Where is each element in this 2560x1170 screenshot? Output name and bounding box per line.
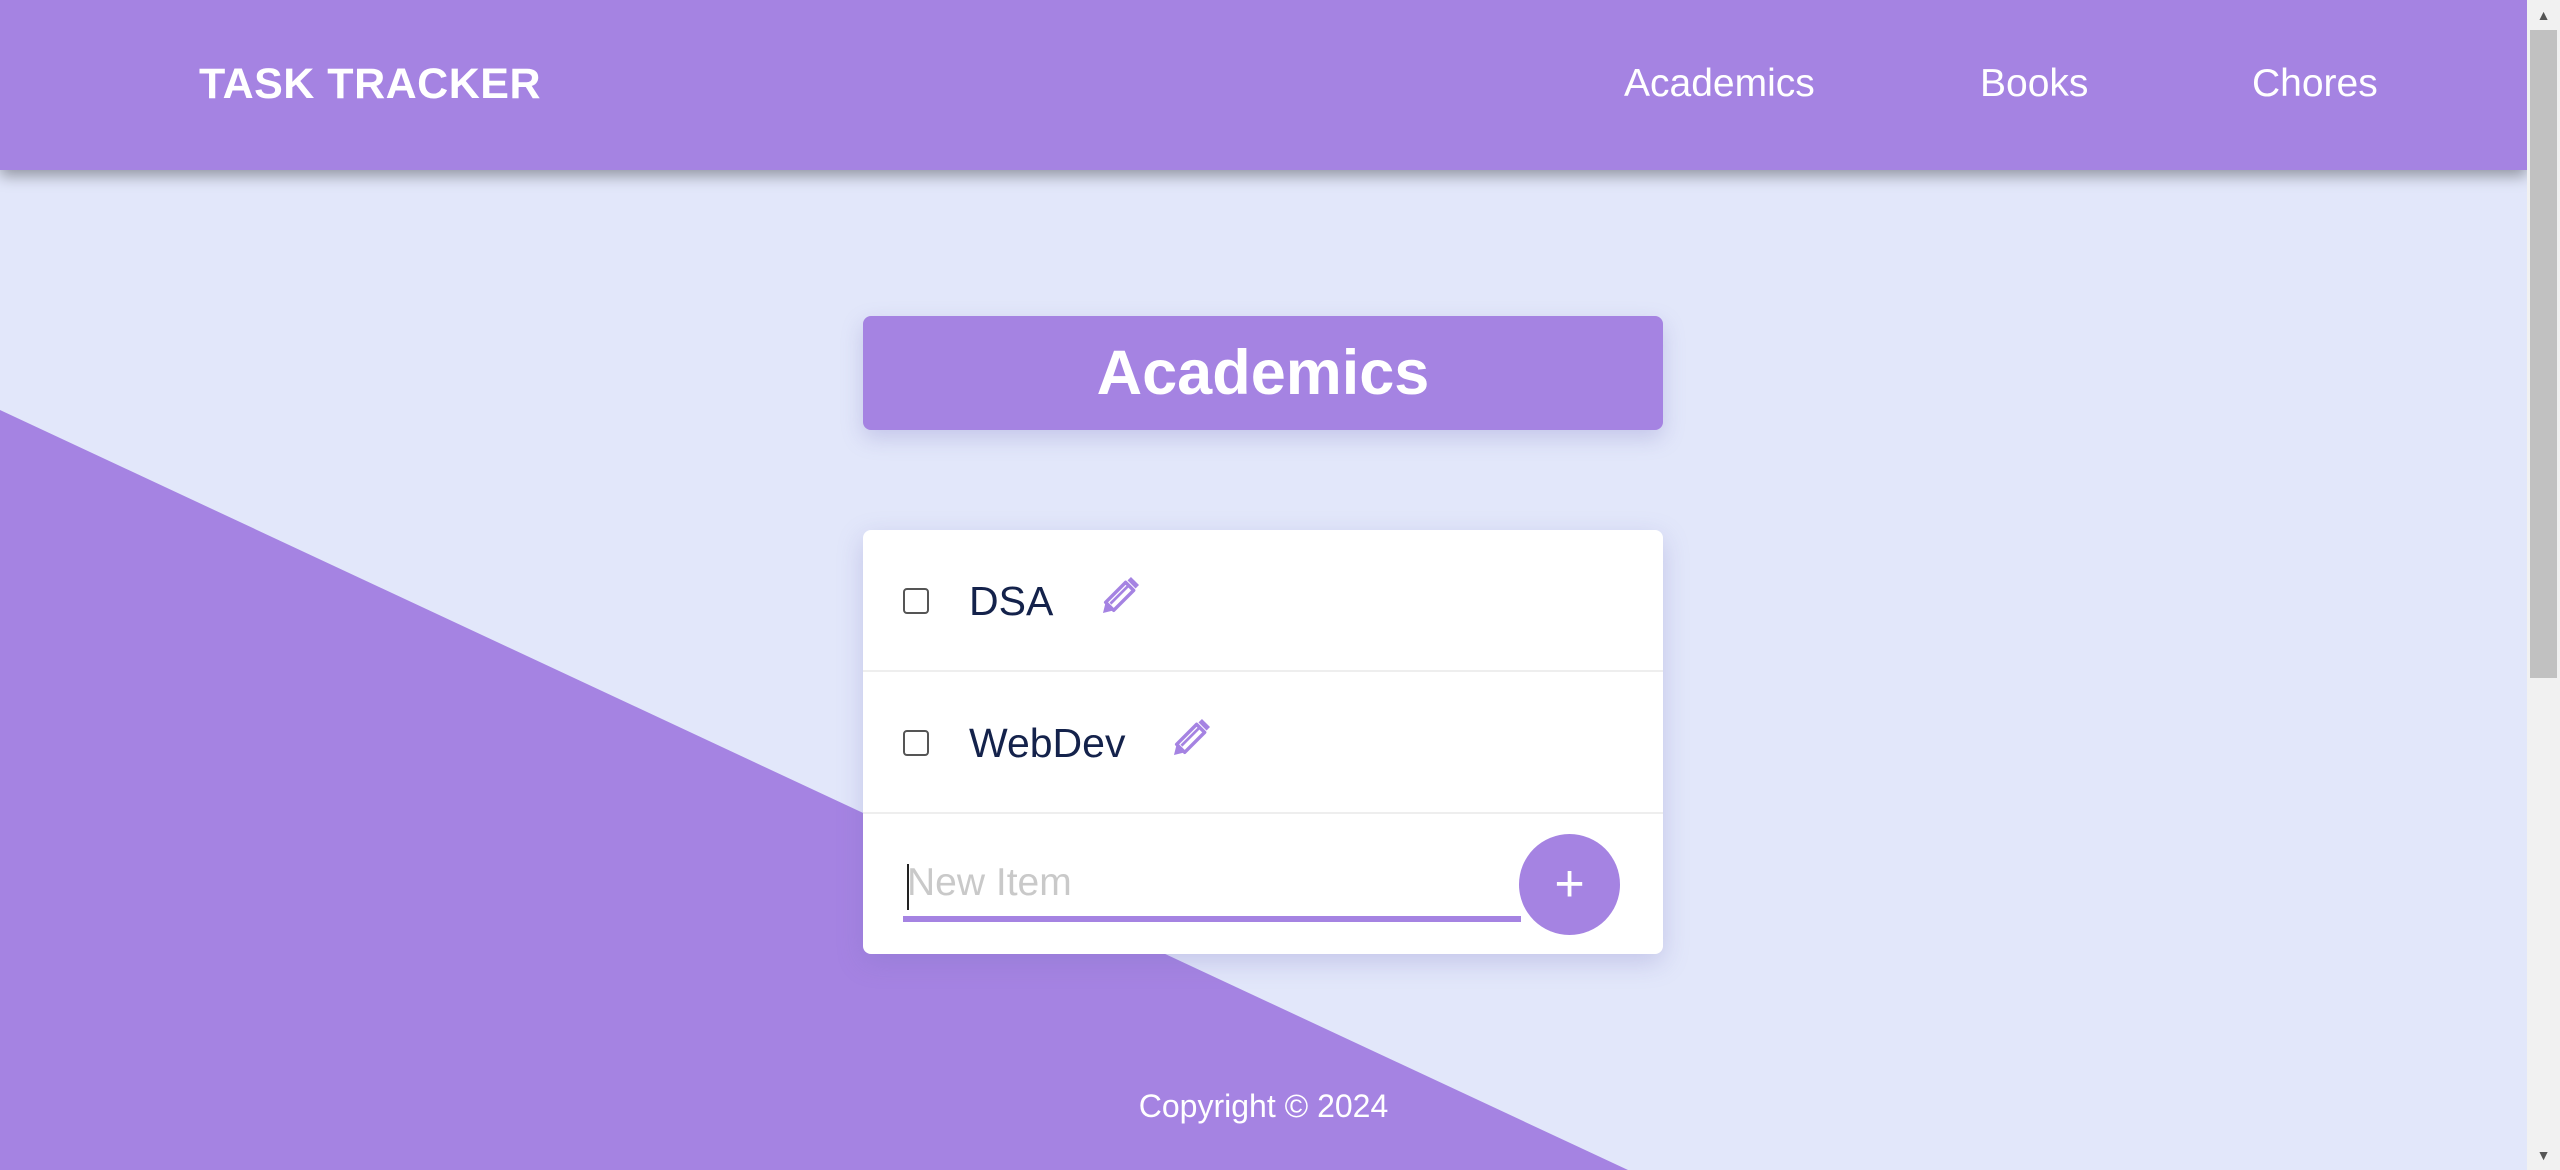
list-item: WebDev bbox=[863, 672, 1663, 814]
vertical-scrollbar[interactable]: ▲ ▼ bbox=[2527, 0, 2560, 1170]
list-item: DSA bbox=[863, 530, 1663, 672]
item-checkbox-dsa[interactable] bbox=[903, 588, 929, 614]
scroll-up-arrow-icon[interactable]: ▲ bbox=[2527, 0, 2560, 30]
nav-link-chores[interactable]: Chores bbox=[2252, 62, 2378, 106]
item-checkbox-webdev[interactable] bbox=[903, 730, 929, 756]
brand-logo-text[interactable]: TASK TRACKER bbox=[199, 60, 541, 109]
scrollbar-thumb[interactable] bbox=[2530, 30, 2557, 678]
list-title-box: Academics bbox=[863, 316, 1663, 430]
new-item-form: + bbox=[863, 814, 1663, 954]
todo-list-card: DSA WebDev + bbox=[863, 530, 1663, 954]
navbar: TASK TRACKER Academics Books Chores bbox=[0, 0, 2527, 170]
list-title: Academics bbox=[1096, 338, 1430, 408]
nav-link-books[interactable]: Books bbox=[1980, 62, 2088, 106]
scroll-down-arrow-icon[interactable]: ▼ bbox=[2527, 1140, 2560, 1170]
footer-copyright: Copyright © 2024 bbox=[1138, 1088, 1389, 1124]
add-item-button[interactable]: + bbox=[1519, 834, 1620, 935]
pencil-icon[interactable] bbox=[1169, 714, 1215, 760]
nav-link-academics[interactable]: Academics bbox=[1624, 62, 1815, 106]
text-caret bbox=[907, 864, 909, 910]
new-item-input[interactable] bbox=[903, 850, 1521, 922]
pencil-icon[interactable] bbox=[1098, 572, 1144, 618]
item-label-webdev: WebDev bbox=[969, 720, 1126, 766]
item-label-dsa: DSA bbox=[969, 578, 1054, 624]
